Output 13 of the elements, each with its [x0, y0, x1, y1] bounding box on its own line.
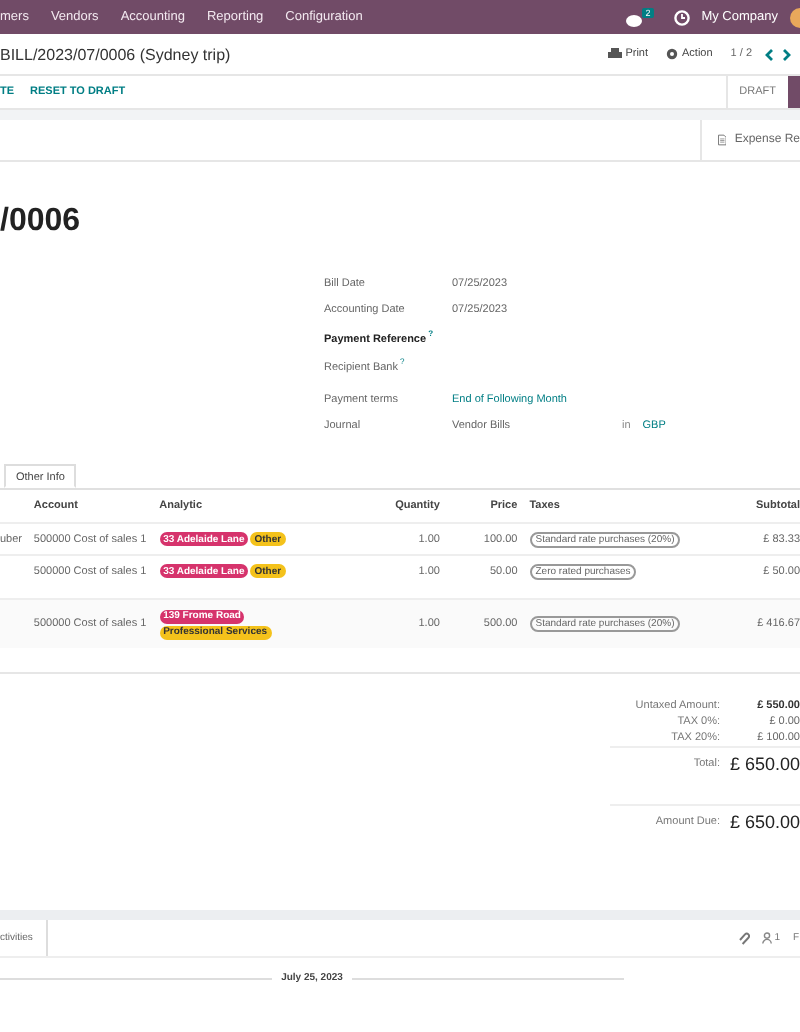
breadcrumb-title: BILL/2023/07/0006 (Sydney trip): [0, 45, 231, 63]
bill-number-title: /0006: [0, 204, 83, 242]
chat-icon: [626, 14, 645, 28]
amount-due-value: £ 650.00: [727, 811, 800, 831]
printer-icon: [607, 48, 622, 60]
chevron-right-icon[interactable]: [782, 47, 792, 61]
total-value: £ 650.00: [727, 753, 800, 773]
gear-icon: [666, 48, 678, 60]
paperclip-icon[interactable]: [738, 931, 751, 945]
clock-icon[interactable]: [673, 9, 690, 25]
document-icon: [718, 130, 727, 150]
chevron-left-icon[interactable]: [764, 47, 774, 61]
person-icon: [762, 932, 773, 944]
